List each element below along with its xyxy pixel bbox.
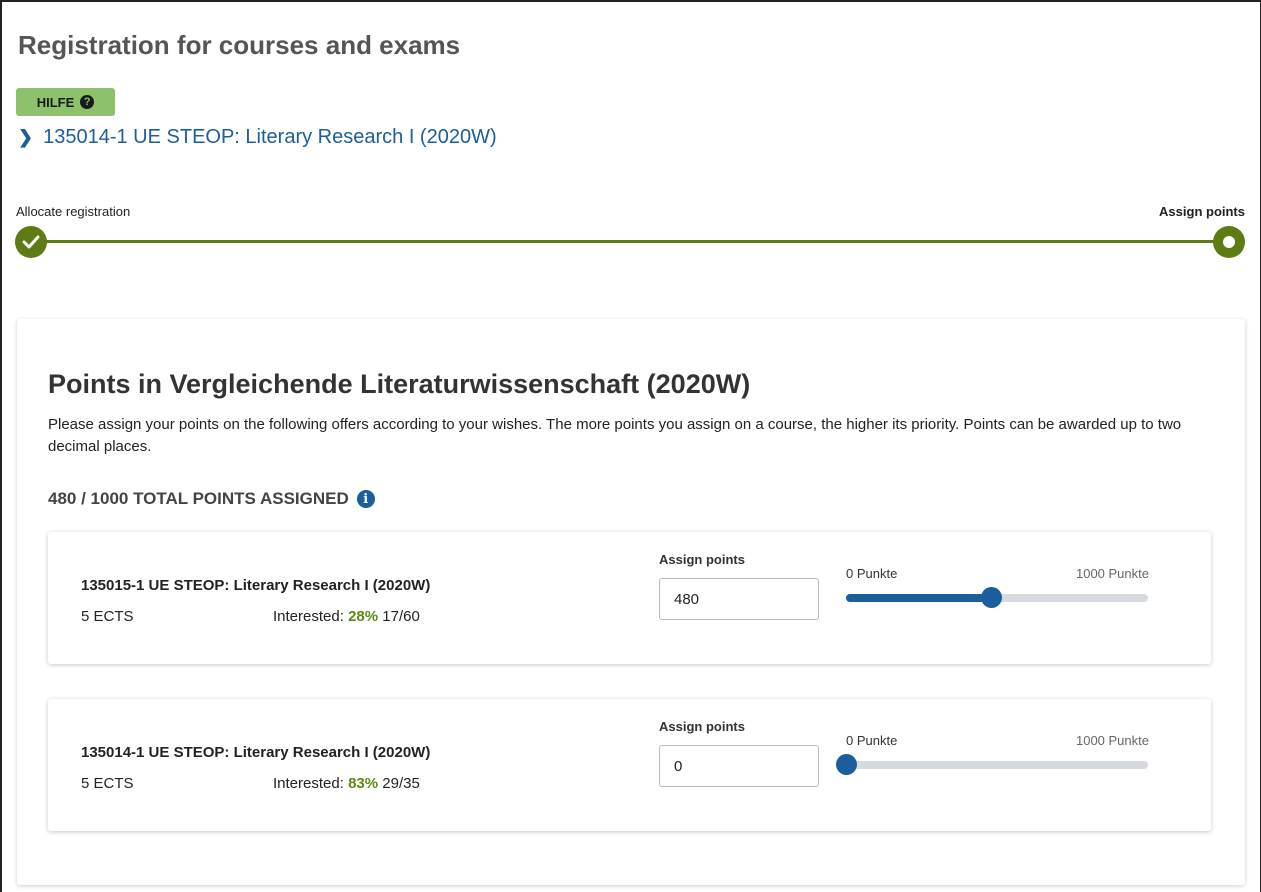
slider-fill: [846, 594, 991, 602]
offer-ects: 5 ECTS: [81, 608, 134, 625]
step-allocate-label: Allocate registration: [16, 204, 131, 219]
offer-interest: Interested: 83% 29/35: [273, 775, 420, 792]
assign-points-label: Assign points: [659, 552, 745, 567]
points-card: Points in Vergleichende Literaturwissens…: [17, 319, 1245, 885]
course-link[interactable]: ❯ 135014-1 UE STEOP: Literary Research I…: [18, 126, 497, 149]
points-card-description: Please assign your points on the followi…: [48, 416, 1182, 455]
slider-thumb[interactable]: [836, 754, 857, 775]
slider-min-label: 0 Punkte: [846, 733, 898, 748]
offer-interest: Interested: 28% 17/60: [273, 608, 420, 625]
offer-card: 135015-1 UE STEOP: Literary Research I (…: [48, 532, 1211, 664]
points-slider[interactable]: [846, 587, 1148, 608]
total-points-assigned: 480 / 1000 TOTAL POINTS ASSIGNED i: [48, 489, 375, 509]
offer-name: 135015-1 UE STEOP: Literary Research I (…: [81, 577, 431, 594]
points-card-title: Points in Vergleichende Literaturwissens…: [48, 369, 751, 399]
slider-thumb[interactable]: [980, 587, 1002, 608]
interested-count: 17/60: [382, 608, 420, 625]
offer-name: 135014-1 UE STEOP: Literary Research I (…: [81, 744, 431, 761]
offer-card: 135014-1 UE STEOP: Literary Research I (…: [48, 699, 1211, 831]
page-title: Registration for courses and exams: [18, 30, 461, 60]
interested-label: Interested:: [273, 775, 344, 792]
help-label: HILFE: [36, 94, 75, 110]
slider-max-label: 1000 Punkte: [1075, 733, 1149, 748]
step-current-icon: [1213, 226, 1245, 258]
interested-percent: 83%: [348, 775, 379, 792]
interested-count: 29/35: [382, 775, 420, 792]
checkmark-icon: [22, 235, 40, 249]
interested-label: Interested:: [273, 608, 344, 625]
info-circle-icon[interactable]: i: [356, 490, 375, 508]
step-complete-icon: [15, 226, 47, 258]
help-button[interactable]: HILFE ?: [16, 88, 115, 116]
slider-min-label: 0 Punkte: [846, 566, 898, 581]
assign-points-input[interactable]: [659, 745, 819, 787]
step-assign-label: Assign points: [1159, 204, 1245, 219]
chevron-right-icon: ❯: [18, 127, 34, 147]
question-circle-icon: ?: [80, 95, 95, 109]
interested-percent: 28%: [348, 608, 379, 625]
assign-points-label: Assign points: [659, 719, 745, 734]
points-slider[interactable]: [836, 754, 1148, 775]
offer-ects: 5 ECTS: [81, 775, 134, 792]
slider-max-label: 1000 Punkte: [1075, 566, 1149, 581]
total-points-label: 480 / 1000 TOTAL POINTS ASSIGNED: [48, 489, 349, 508]
assign-points-input[interactable]: [659, 578, 819, 620]
stepper-progress-line: [30, 240, 1231, 243]
course-link-label: 135014-1 UE STEOP: Literary Research I (…: [43, 126, 497, 148]
step-current-dot: [1223, 236, 1235, 248]
